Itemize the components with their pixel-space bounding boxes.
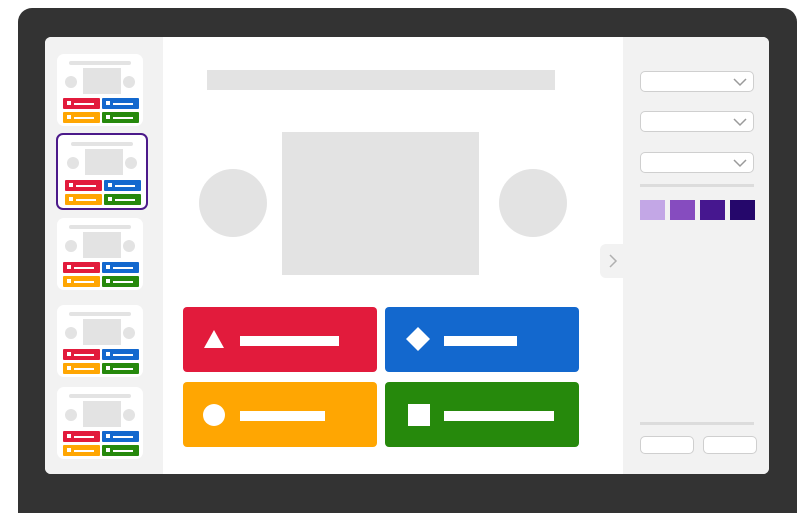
thumb-title-placeholder bbox=[71, 142, 133, 146]
thumb-media-placeholder bbox=[83, 401, 121, 427]
thumb-answer bbox=[65, 194, 102, 205]
thumb-media-circle bbox=[65, 240, 77, 252]
chevron-down-icon bbox=[733, 78, 747, 87]
thumb-title-placeholder bbox=[69, 312, 131, 316]
circle-icon bbox=[203, 404, 225, 426]
thumb-media-placeholder bbox=[85, 149, 123, 175]
thumb-answer bbox=[102, 262, 139, 273]
thumb-answer bbox=[63, 112, 100, 123]
thumb-answer bbox=[65, 180, 102, 191]
thumb-title-placeholder bbox=[69, 61, 131, 65]
thumb-media-circle bbox=[125, 157, 137, 169]
color-swatch-3[interactable] bbox=[700, 200, 725, 220]
slide-thumbnail[interactable] bbox=[57, 387, 143, 459]
square-icon bbox=[408, 404, 430, 426]
thumb-answer bbox=[102, 431, 139, 442]
left-media-placeholder bbox=[199, 169, 267, 237]
thumb-media-circle bbox=[67, 157, 79, 169]
settings-panel bbox=[623, 37, 769, 474]
chevron-down-icon bbox=[733, 118, 747, 127]
setting-dropdown-2[interactable] bbox=[640, 111, 754, 132]
slide-thumbnail[interactable] bbox=[57, 305, 143, 377]
thumb-answer bbox=[102, 445, 139, 456]
thumb-answer bbox=[63, 276, 100, 287]
color-swatch-2[interactable] bbox=[670, 200, 695, 220]
slide-thumbnail[interactable] bbox=[57, 54, 143, 126]
thumb-media-circle bbox=[65, 327, 77, 339]
answer-yellow[interactable] bbox=[183, 382, 377, 447]
answer-green[interactable] bbox=[385, 382, 579, 447]
thumb-media-circle bbox=[123, 327, 135, 339]
triangle-icon bbox=[204, 330, 224, 348]
thumb-answer bbox=[63, 349, 100, 360]
thumb-answer bbox=[102, 112, 139, 123]
setting-dropdown-3[interactable] bbox=[640, 152, 754, 173]
color-swatch-4[interactable] bbox=[730, 200, 755, 220]
thumb-answer bbox=[102, 363, 139, 374]
thumb-answer bbox=[63, 445, 100, 456]
answer-blue[interactable] bbox=[385, 307, 579, 372]
thumb-answer bbox=[63, 262, 100, 273]
thumb-media-circle bbox=[123, 409, 135, 421]
thumb-answer bbox=[102, 349, 139, 360]
diamond-icon bbox=[406, 327, 430, 351]
panel-button-right[interactable] bbox=[703, 436, 757, 454]
thumb-answer bbox=[104, 180, 141, 191]
thumb-title-placeholder bbox=[69, 225, 131, 229]
thumb-media-circle bbox=[65, 76, 77, 88]
answer-red[interactable] bbox=[183, 307, 377, 372]
answer-text-placeholder bbox=[240, 336, 339, 346]
thumb-title-placeholder bbox=[69, 394, 131, 398]
answer-text-placeholder bbox=[240, 411, 325, 421]
thumb-answer bbox=[63, 431, 100, 442]
thumb-answer bbox=[102, 98, 139, 109]
slide-thumbnail[interactable] bbox=[56, 133, 148, 210]
app-screen bbox=[45, 37, 769, 474]
thumb-answer bbox=[102, 276, 139, 287]
thumb-media-circle bbox=[123, 240, 135, 252]
slide-thumbnail[interactable] bbox=[57, 218, 143, 290]
panel-collapse-toggle[interactable] bbox=[600, 244, 624, 278]
question-title-placeholder[interactable] bbox=[207, 70, 555, 90]
color-swatch-1[interactable] bbox=[640, 200, 665, 220]
answer-text-placeholder bbox=[444, 336, 517, 346]
thumb-media-placeholder bbox=[83, 68, 121, 94]
thumb-answer bbox=[104, 194, 141, 205]
thumb-answer bbox=[63, 363, 100, 374]
chevron-right-icon bbox=[609, 254, 618, 268]
thumb-media-placeholder bbox=[83, 232, 121, 258]
panel-divider bbox=[640, 184, 754, 187]
thumb-media-circle bbox=[65, 409, 77, 421]
panel-button-left[interactable] bbox=[640, 436, 694, 454]
right-media-placeholder bbox=[499, 169, 567, 237]
media-placeholder[interactable] bbox=[282, 132, 479, 275]
thumb-media-circle bbox=[123, 76, 135, 88]
chevron-down-icon bbox=[733, 159, 747, 168]
thumb-answer bbox=[63, 98, 100, 109]
thumb-media-placeholder bbox=[83, 319, 121, 345]
slide-sidebar bbox=[45, 37, 163, 474]
panel-footer-divider bbox=[640, 422, 754, 425]
answer-text-placeholder bbox=[444, 411, 554, 421]
setting-dropdown-1[interactable] bbox=[640, 71, 754, 92]
